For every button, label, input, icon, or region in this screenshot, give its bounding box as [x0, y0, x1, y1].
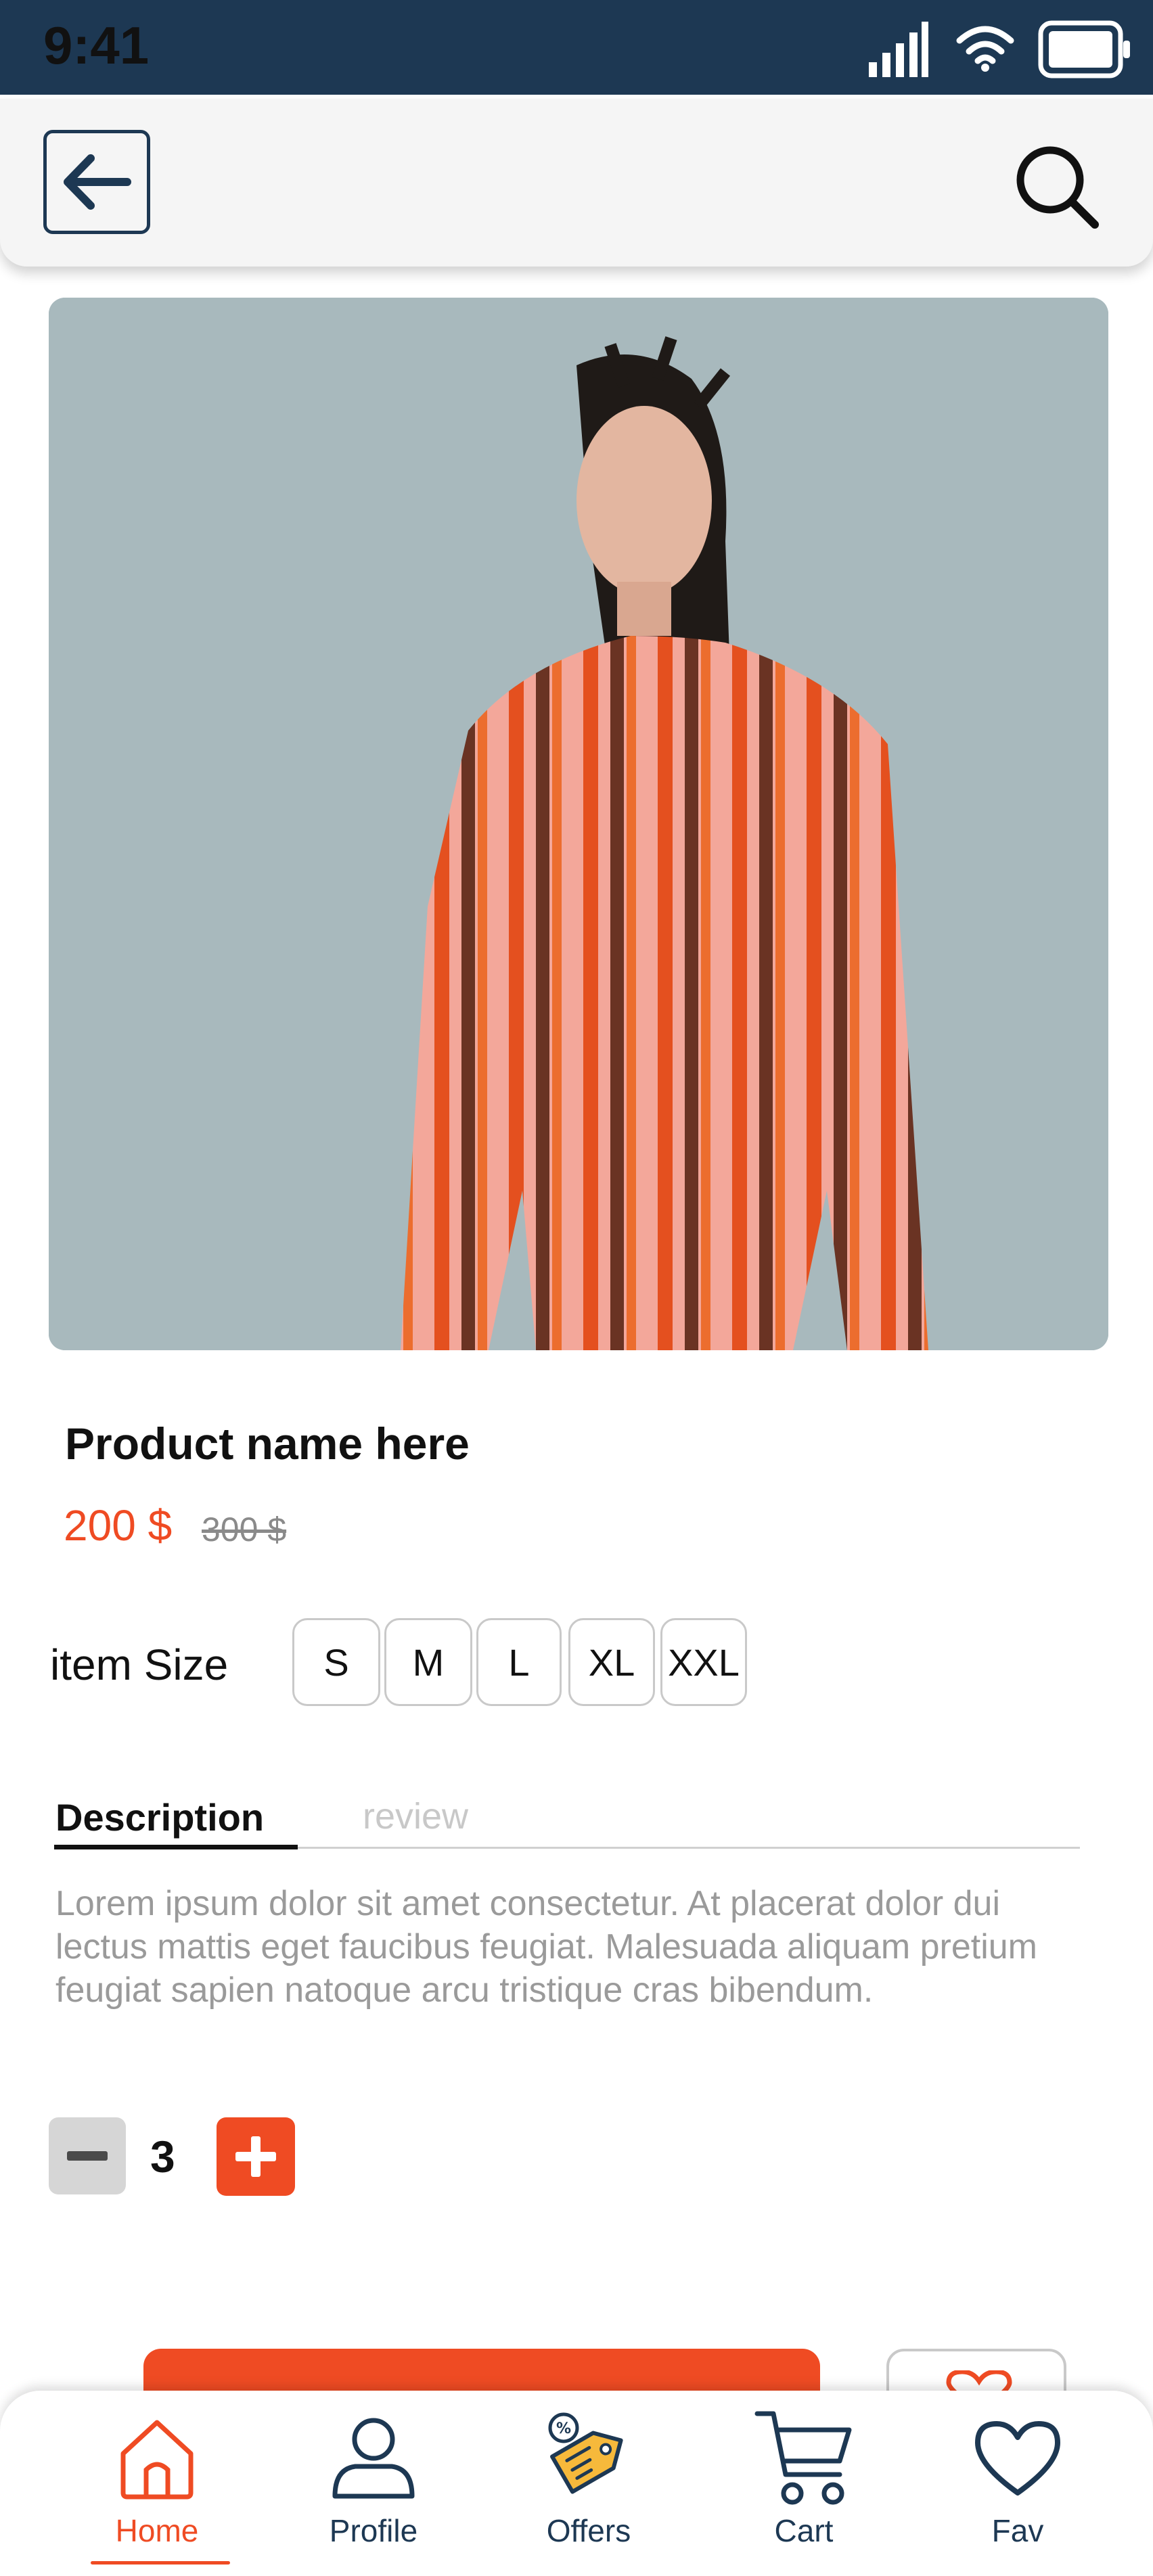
svg-text:%: % [556, 2420, 571, 2437]
search-icon[interactable] [1010, 139, 1102, 231]
top-app-bar [0, 99, 1153, 267]
nav-label-fav: Fav [991, 2513, 1044, 2548]
nav-item-fav[interactable]: Fav [936, 2408, 1099, 2568]
status-time: 9:41 [43, 16, 150, 75]
nav-label-offers: Offers [546, 2513, 631, 2548]
discount-tag-icon: % [538, 2408, 639, 2510]
product-price: 200 $ [64, 1501, 173, 1550]
nav-label-home: Home [115, 2513, 199, 2548]
cart-icon [753, 2408, 855, 2510]
size-option-xxl[interactable]: XXL [660, 1618, 747, 1706]
nav-item-offers[interactable]: % Offers [507, 2408, 670, 2568]
product-image [49, 298, 1108, 1350]
plus-icon [235, 2136, 276, 2177]
nav-item-cart[interactable]: Cart [723, 2408, 885, 2568]
quantity-decrease-button[interactable] [49, 2117, 126, 2194]
tab-review[interactable]: review [363, 1795, 468, 1837]
quantity-value: 3 [150, 2132, 175, 2182]
nav-label-profile: Profile [329, 2513, 418, 2548]
nav-item-profile[interactable]: Profile [292, 2408, 455, 2568]
nav-label-cart: Cart [774, 2513, 834, 2548]
nav-item-home[interactable]: Home [76, 2408, 238, 2568]
minus-icon [67, 2151, 108, 2161]
wifi-icon [956, 26, 1014, 72]
size-option-s[interactable]: S [292, 1618, 380, 1706]
product-old-price: 300 $ [202, 1511, 287, 1548]
heart-icon [967, 2408, 1068, 2510]
back-button[interactable] [43, 130, 150, 234]
user-icon [323, 2408, 424, 2510]
nav-active-indicator [91, 2561, 230, 2564]
arrow-left-icon [64, 154, 131, 210]
quantity-increase-button[interactable] [217, 2117, 295, 2196]
battery-icon [1038, 20, 1130, 78]
product-description: Lorem ipsum dolor sit amet consectetur. … [55, 1884, 1037, 2010]
size-option-m[interactable]: M [384, 1618, 472, 1706]
size-option-l[interactable]: L [476, 1618, 562, 1706]
size-option-xl[interactable]: XL [568, 1618, 655, 1706]
product-name: Product name here [65, 1419, 470, 1469]
active-tab-indicator [54, 1845, 298, 1849]
signal-icon [869, 22, 928, 77]
tab-description[interactable]: Description [55, 1795, 264, 1839]
home-icon [106, 2408, 208, 2510]
size-label: item Size [50, 1640, 229, 1689]
